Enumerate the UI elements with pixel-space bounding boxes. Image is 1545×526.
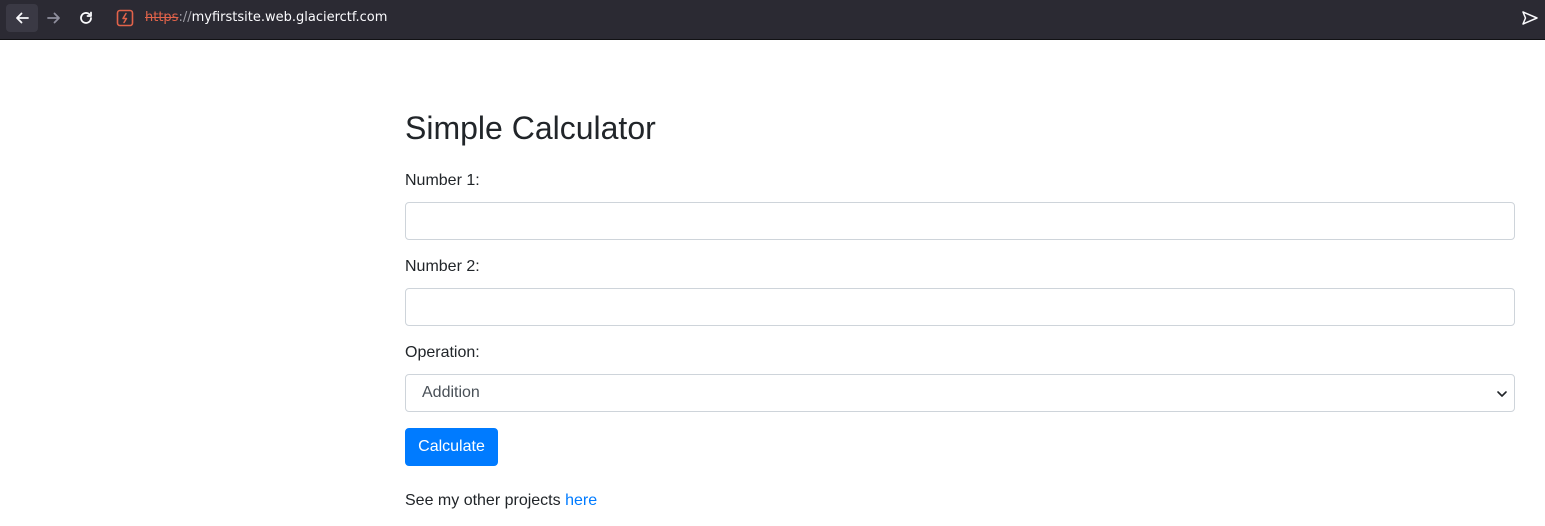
send-icon[interactable] <box>1520 8 1540 28</box>
url-scheme: https <box>145 10 179 25</box>
footer-text: See my other projects here <box>405 489 597 513</box>
calculate-button[interactable]: Calculate <box>405 428 498 466</box>
footer-label: See my other projects <box>405 492 566 509</box>
other-projects-link[interactable]: here <box>565 492 597 509</box>
address-bar[interactable]: https://myfirstsite.web.glacierctf.com <box>108 3 1508 33</box>
back-button[interactable] <box>6 4 38 32</box>
number2-input[interactable] <box>405 288 1515 326</box>
number1-label: Number 1: <box>405 172 480 189</box>
reload-icon <box>80 11 92 24</box>
url-host: myfirstsite.web.glacierctf.com <box>191 10 388 25</box>
url-text: https://myfirstsite.web.glacierctf.com <box>145 10 387 25</box>
number2-label: Number 2: <box>405 258 480 275</box>
insecure-site-icon[interactable] <box>116 9 134 27</box>
arrow-right-icon <box>47 12 60 24</box>
forward-button[interactable] <box>38 4 70 32</box>
browser-toolbar: https://myfirstsite.web.glacierctf.com <box>0 0 1545 40</box>
number1-input[interactable] <box>405 202 1515 240</box>
url-separator: :// <box>178 10 192 25</box>
reload-button[interactable] <box>70 4 102 32</box>
arrow-left-icon <box>16 12 29 24</box>
page-title: Simple Calculator <box>405 110 656 146</box>
operation-selected-value: Addition <box>422 384 480 401</box>
chevron-down-icon <box>1497 391 1507 397</box>
operation-select[interactable]: Addition <box>405 374 1515 412</box>
operation-label: Operation: <box>405 344 480 361</box>
